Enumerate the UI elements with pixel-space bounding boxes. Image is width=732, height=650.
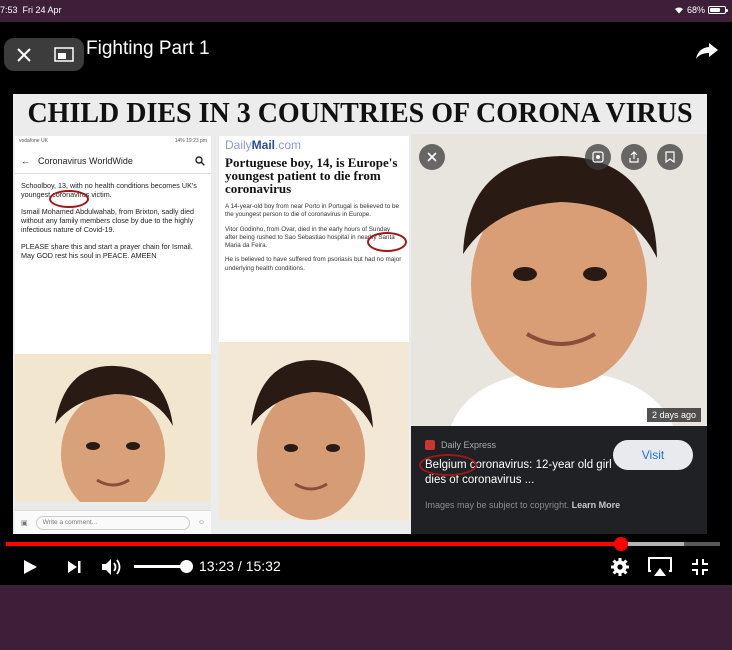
article-paragraph: A 14-year-old boy from near Porto in Por… xyxy=(225,203,399,219)
lens-icon xyxy=(585,144,611,170)
settings-button[interactable] xyxy=(606,554,634,580)
close-button[interactable] xyxy=(4,38,44,71)
share-arrow-icon xyxy=(696,43,718,59)
panel1-header-title: Coronavirus WorldWide xyxy=(38,155,133,166)
copyright-note: Images may be subject to copyright. Lear… xyxy=(425,500,621,510)
play-icon xyxy=(24,560,37,574)
gear-icon xyxy=(611,558,629,576)
bookmark-icon xyxy=(657,144,683,170)
picture-in-picture-button[interactable] xyxy=(44,38,84,71)
time-display: 13:23 / 15:32 xyxy=(199,558,281,574)
share-icon xyxy=(621,144,647,170)
camera-icon: ▣ xyxy=(21,519,28,527)
video-frame: CHILD DIES IN 3 COUNTRIES OF CORONA VIRU… xyxy=(13,94,707,534)
panel1-paragraph: PLEASE share this and start a prayer cha… xyxy=(21,242,193,260)
panel1-body: Schoolboy, 13, with no health conditions… xyxy=(15,174,211,260)
video-player[interactable]: CHILD DIES IN 3 COUNTRIES OF CORONA VIRU… xyxy=(0,22,732,585)
article-paragraph: He is believed to have suffered from pso… xyxy=(225,256,402,272)
scrubber-handle[interactable] xyxy=(613,537,628,551)
mute-button[interactable] xyxy=(98,554,126,580)
volume-handle[interactable] xyxy=(180,560,193,573)
exit-fullscreen-button[interactable] xyxy=(686,554,714,580)
status-time: 7:53 Fri 24 Apr xyxy=(0,5,62,15)
dailymail-logo: DailyMail.com xyxy=(225,138,302,152)
visit-button: Visit xyxy=(613,440,693,470)
status-right: 68% xyxy=(674,5,728,15)
panel-uk-post: vodafone UK 14% 19:23 pm ← Coronavirus Wo… xyxy=(15,136,211,534)
comment-bar: ▣ Write a comment... ☺ xyxy=(15,510,211,534)
highlight-circle xyxy=(367,232,407,252)
article-headline: Portuguese boy, 14, is Europe's youngest… xyxy=(225,155,398,196)
close-icon xyxy=(17,47,31,62)
volume-slider[interactable] xyxy=(134,560,193,573)
panel1-paragraph: Ismail Mohamed Abdulwahab, from Brixton,… xyxy=(21,207,194,234)
close-icon xyxy=(419,144,445,170)
search-icon xyxy=(195,155,205,166)
play-button[interactable] xyxy=(16,554,44,580)
played-bar xyxy=(6,542,621,546)
next-icon xyxy=(68,561,81,573)
video-title: Fighting Part 1 xyxy=(86,38,210,59)
wifi-icon xyxy=(674,7,683,14)
battery-icon xyxy=(708,6,728,14)
panel1-status: vodafone UK 14% 19:23 pm xyxy=(19,138,207,144)
daily-express-icon xyxy=(425,440,435,450)
battery-percent: 68% xyxy=(686,5,705,15)
share-button[interactable] xyxy=(694,40,720,62)
back-arrow-icon: ← xyxy=(21,155,30,166)
volume-icon xyxy=(102,559,121,575)
status-bar: 7:53 Fri 24 Apr 68% xyxy=(0,0,732,22)
meme-headline: CHILD DIES IN 3 COUNTRIES OF CORONA VIRU… xyxy=(27,98,693,129)
highlight-circle xyxy=(419,454,477,476)
picture-in-picture-icon xyxy=(54,46,74,62)
panel-portugal-article: DailyMail.com Portuguese boy, 14, is Eur… xyxy=(219,136,409,534)
panel-belgium-result: 2 days ago Daily Express Belgium coronav… xyxy=(411,134,707,534)
airplay-button[interactable] xyxy=(646,554,674,580)
highlight-circle xyxy=(49,190,89,208)
panel1-header: ← Coronavirus WorldWide xyxy=(15,148,211,174)
player-top-pill xyxy=(4,38,84,71)
next-button[interactable] xyxy=(60,554,88,580)
boy-photo xyxy=(219,342,409,534)
source-name: Daily Express xyxy=(441,440,497,450)
boy-photo xyxy=(15,354,211,510)
boy-photo xyxy=(411,134,707,426)
progress-bar[interactable] xyxy=(6,537,720,551)
exit-fullscreen-icon xyxy=(692,559,708,575)
emoji-icon: ☺ xyxy=(197,519,205,526)
age-badge: 2 days ago xyxy=(646,408,701,422)
airplay-icon xyxy=(648,557,672,576)
comment-input: Write a comment... xyxy=(35,515,190,530)
control-bar: 13:23 / 15:32 xyxy=(0,552,732,582)
source-line: Daily Express xyxy=(425,440,496,450)
